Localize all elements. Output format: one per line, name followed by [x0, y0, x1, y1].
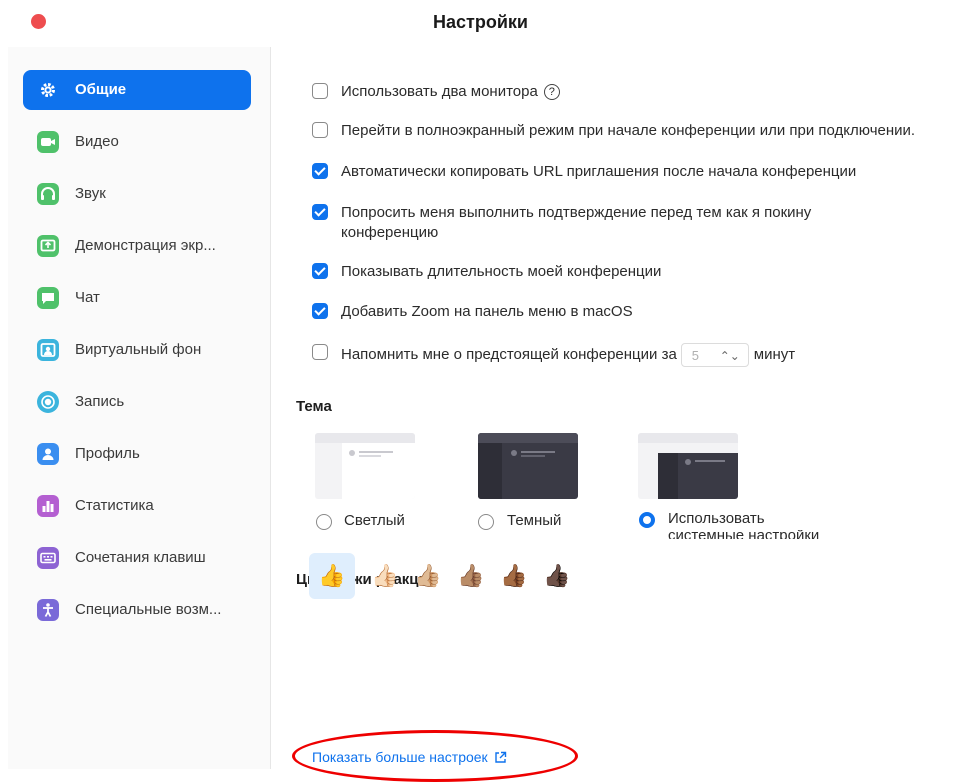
skin-tone-light[interactable]: 👍🏻 — [362, 553, 408, 599]
copy-invite-url-checkbox[interactable] — [312, 163, 328, 179]
sidebar-item-label: Виртуальный фон — [75, 341, 202, 358]
sidebar-item-recording[interactable]: Запись — [23, 382, 251, 422]
highlight-annotation — [292, 730, 578, 782]
theme-system-label: Использовать — [668, 510, 765, 527]
theme-dark-label: Темный — [507, 512, 562, 529]
skin-tone-medium[interactable]: 👍🏽 — [448, 553, 494, 599]
show-duration-checkbox[interactable] — [312, 263, 328, 279]
sidebar-item-accessibility[interactable]: Специальные возм... — [23, 590, 251, 630]
window-title: Настройки — [433, 12, 528, 32]
option-label: Использовать два монитора — [341, 83, 538, 100]
option-label: Перейти в полноэкранный режим при начале… — [341, 122, 916, 139]
fullscreen-checkbox[interactable] — [312, 122, 328, 138]
theme-light-preview[interactable] — [315, 433, 415, 499]
gear-icon — [37, 79, 59, 101]
theme-light-radio[interactable] — [316, 514, 332, 530]
sidebar-item-chat[interactable]: Чат — [23, 278, 251, 318]
sidebar-item-label: Видео — [75, 133, 119, 150]
option-label-continuation: конференцию — [341, 224, 439, 241]
sidebar-item-label: Запись — [75, 393, 125, 410]
share-screen-icon — [37, 235, 59, 257]
record-icon — [37, 391, 59, 413]
menu-bar-checkbox[interactable] — [312, 303, 328, 319]
skin-tone-medium-light[interactable]: 👍🏼 — [405, 553, 451, 599]
sidebar-item-label: Демонстрация экр... — [75, 237, 216, 254]
theme-system-label-continuation: системные настройки — [668, 530, 820, 539]
sidebar-item-virtual-background[interactable]: Виртуальный фон — [23, 330, 251, 370]
sidebar-item-keyboard-shortcuts[interactable]: Сочетания клавиш — [23, 538, 251, 578]
option-label: Автоматически копировать URL приглашения… — [341, 163, 857, 180]
option-label: Показывать длительность моей конференции — [341, 263, 662, 280]
accessibility-icon — [37, 599, 59, 621]
sidebar-item-general[interactable]: Общие — [23, 70, 251, 110]
help-icon[interactable]: ? — [543, 84, 560, 100]
sidebar-item-label: Общие — [75, 81, 127, 98]
general-settings-panel: Использовать два монитора? Перейти в пол… — [272, 47, 961, 772]
sidebar-item-label: Чат — [75, 289, 100, 306]
sidebar-item-label: Статистика — [75, 497, 154, 514]
theme-dark-radio[interactable] — [478, 514, 494, 530]
statistics-icon — [37, 495, 59, 517]
profile-icon — [37, 443, 59, 465]
theme-system-preview[interactable] — [638, 433, 738, 499]
sidebar-item-video[interactable]: Видео — [23, 122, 251, 162]
title-bar: Настройки — [0, 0, 961, 46]
sidebar-item-statistics[interactable]: Статистика — [23, 486, 251, 526]
confirm-leave-checkbox[interactable] — [312, 204, 328, 220]
theme-dark-preview[interactable] — [478, 433, 578, 499]
video-camera-icon — [37, 131, 59, 153]
reminder-minutes-stepper[interactable]: 5 ⌃⌄ — [680, 343, 749, 367]
chat-icon — [37, 287, 59, 309]
theme-light-label: Светлый — [344, 512, 405, 529]
theme-system-radio[interactable] — [639, 512, 655, 528]
sidebar-item-label: Звук — [75, 185, 106, 202]
stepper-arrows-icon[interactable]: ⌃⌄ — [720, 346, 740, 366]
theme-section-title: Тема — [296, 398, 332, 415]
meeting-reminder-checkbox[interactable] — [312, 344, 328, 360]
option-label: Напомнить мне о предстоящей конференции … — [341, 345, 677, 363]
skin-tone-medium-dark[interactable]: 👍🏾 — [491, 553, 537, 599]
virtual-background-icon — [37, 339, 59, 361]
skin-tone-default[interactable]: 👍 — [309, 553, 355, 599]
option-label: Добавить Zoom на панель меню в macOS — [341, 303, 633, 320]
settings-sidebar: Общие Видео Звук Демонстрация экр... Чат… — [8, 47, 271, 769]
sidebar-item-share-screen[interactable]: Демонстрация экр... — [23, 226, 251, 266]
option-suffix: минут — [753, 345, 796, 363]
headphones-icon — [37, 183, 59, 205]
option-label: Попросить меня выполнить подтверждение п… — [341, 204, 812, 221]
skin-tone-dark[interactable]: 👍🏿 — [534, 553, 580, 599]
sidebar-item-profile[interactable]: Профиль — [23, 434, 251, 474]
sidebar-item-label: Специальные возм... — [75, 601, 222, 618]
dual-monitors-checkbox[interactable] — [312, 83, 328, 99]
sidebar-item-label: Сочетания клавиш — [75, 549, 206, 566]
sidebar-item-label: Профиль — [75, 445, 140, 462]
keyboard-icon — [37, 547, 59, 569]
theme-system-label-clipped: системные настройки — [668, 530, 840, 539]
sidebar-item-audio[interactable]: Звук — [23, 174, 251, 214]
stepper-value: 5 — [691, 348, 700, 363]
